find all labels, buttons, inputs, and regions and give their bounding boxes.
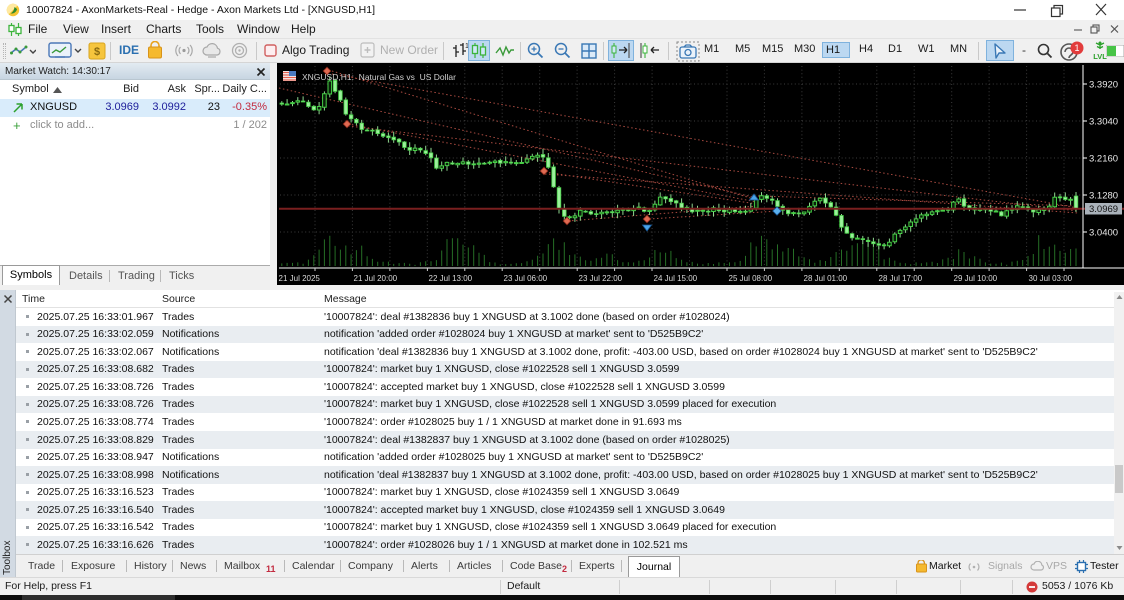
svg-text:$: $ (94, 46, 100, 58)
svg-text:28 Jul 17:00: 28 Jul 17:00 (879, 274, 923, 283)
svg-text:21 Jul 2025: 21 Jul 2025 (279, 274, 321, 283)
svg-text:3.3040: 3.3040 (1089, 117, 1118, 128)
svg-text:28 Jul 01:00: 28 Jul 01:00 (804, 274, 848, 283)
svg-text:30 Jul 03:00: 30 Jul 03:00 (1029, 274, 1073, 283)
svg-text:3.0969: 3.0969 (1089, 204, 1118, 215)
svg-text:23 Jul 22:00: 23 Jul 22:00 (579, 274, 623, 283)
svg-text:29 Jul 10:00: 29 Jul 10:00 (954, 274, 998, 283)
svg-text:3.0400: 3.0400 (1089, 228, 1118, 239)
svg-text:3.2160: 3.2160 (1089, 154, 1118, 165)
svg-text:3.1280: 3.1280 (1089, 191, 1118, 202)
svg-text:25 Jul 08:00: 25 Jul 08:00 (729, 274, 773, 283)
svg-text:21 Jul 20:00: 21 Jul 20:00 (354, 274, 398, 283)
svg-text:23 Jul 06:00: 23 Jul 06:00 (504, 274, 548, 283)
svg-text:1: 1 (1074, 43, 1079, 53)
svg-text:22 Jul 13:00: 22 Jul 13:00 (429, 274, 473, 283)
svg-text:3.3920: 3.3920 (1089, 80, 1118, 91)
svg-text:24 Jul 15:00: 24 Jul 15:00 (654, 274, 698, 283)
svg-text:XNGUSD,H1: Natural Gas vs US: XNGUSD,H1: Natural Gas vs US Dollar (302, 72, 456, 82)
